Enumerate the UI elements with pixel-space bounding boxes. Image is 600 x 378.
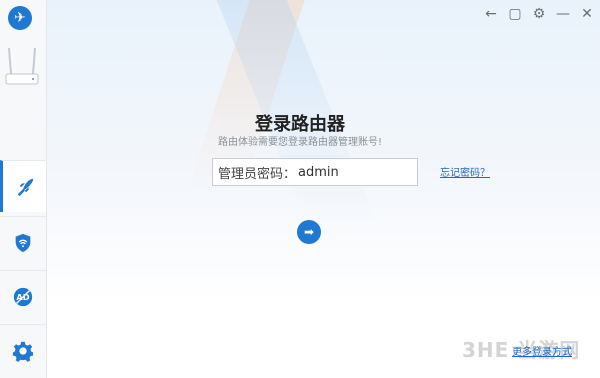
rocket-icon [17, 178, 33, 196]
ad-block-icon: AD [13, 287, 33, 306]
more-login-options-link[interactable]: 更多登录方式 [512, 343, 572, 358]
password-label: 管理员密码： [218, 166, 297, 182]
minimize-icon[interactable]: — [556, 6, 570, 22]
main-panel [47, 0, 600, 378]
close-icon[interactable]: ✕ [580, 6, 594, 22]
router-illustration-icon [5, 47, 39, 85]
feedback-icon[interactable]: ▢ [508, 6, 522, 22]
password-field[interactable]: 管理员密码： admin [212, 158, 418, 186]
sidebar: ✈ AD [0, 0, 47, 378]
back-icon[interactable]: ← [484, 6, 498, 22]
sidebar-item-wifi-security[interactable] [0, 216, 46, 268]
arrow-right-icon: ➡ [303, 225, 315, 239]
app-logo-icon: ✈ [8, 6, 32, 30]
window-controls: ← ▢ ⚙ — ✕ [484, 6, 594, 22]
sidebar-item-ad-block[interactable]: AD [0, 270, 46, 322]
forgot-password-link[interactable]: 忘记密码？ [440, 164, 490, 179]
sidebar-item-settings[interactable] [0, 324, 46, 376]
password-value: admin [298, 164, 339, 180]
login-submit-button[interactable]: ➡ [297, 220, 321, 244]
sidebar-item-rocket[interactable] [0, 160, 46, 212]
page-subtitle: 路由体验需要您登录路由器管理账号! [217, 137, 382, 148]
wifi-shield-icon [15, 233, 31, 252]
settings-icon[interactable]: ⚙ [532, 6, 546, 22]
gear-icon [12, 341, 34, 362]
